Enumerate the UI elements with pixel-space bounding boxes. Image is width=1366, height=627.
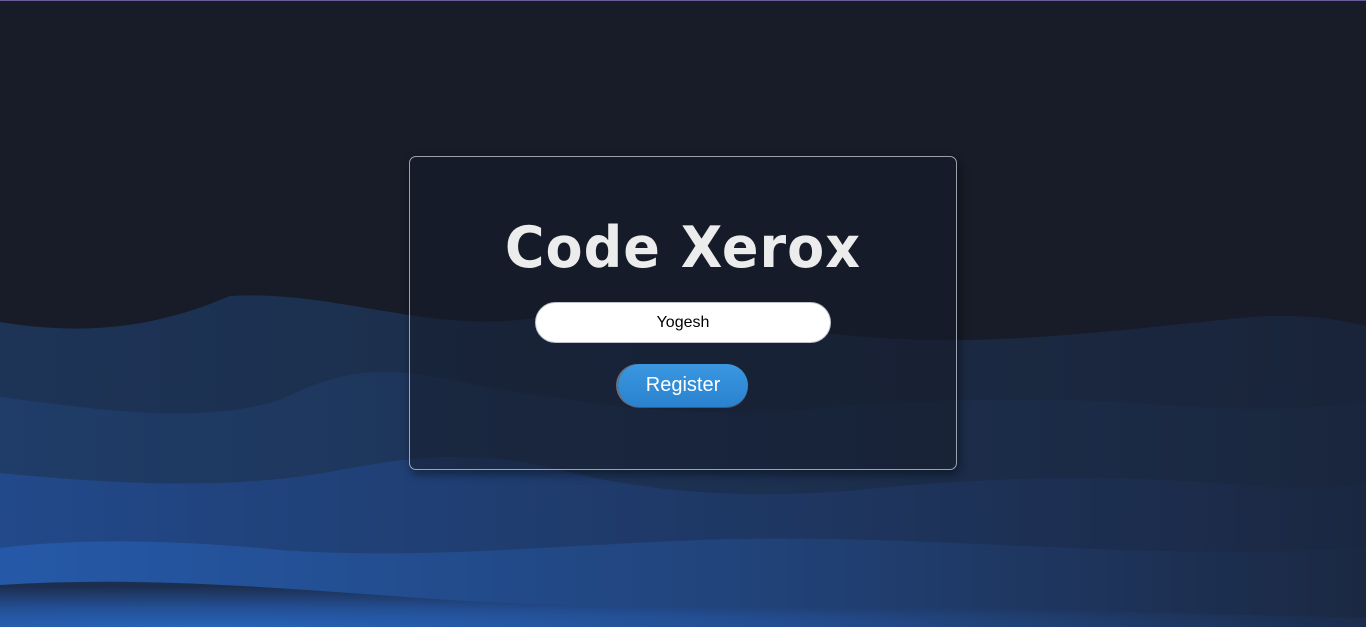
register-card: Code Xerox Register [409,156,957,470]
register-button[interactable]: Register [618,364,748,407]
page-background: Code Xerox Register [0,0,1366,627]
name-input[interactable] [535,302,831,343]
app-title: Code Xerox [504,214,862,281]
